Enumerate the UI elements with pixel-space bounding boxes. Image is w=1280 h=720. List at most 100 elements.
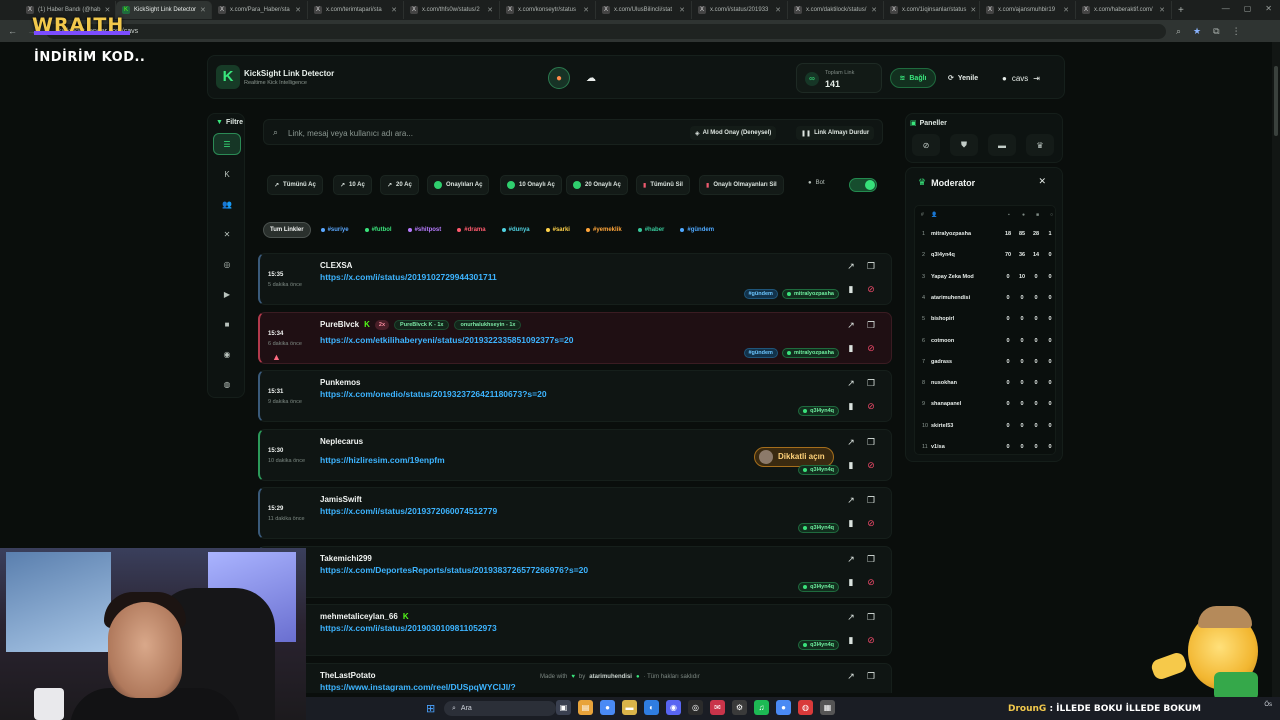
ban-icon[interactable]: ⊘ (861, 284, 881, 295)
trash-icon[interactable]: ▮ (841, 343, 861, 354)
copy-icon[interactable]: ❐ (861, 320, 881, 331)
filter-all-button[interactable]: ☰ (213, 133, 241, 155)
row-url-link[interactable]: https://x.com/DeportesReports/status/201… (320, 565, 588, 575)
edge-icon[interactable]: ◐ (644, 700, 659, 715)
row-url-link[interactable]: https://x.com/i/status/20191027299443017… (320, 272, 497, 282)
tab-close-icon[interactable]: ✕ (104, 6, 110, 14)
copy-icon[interactable]: ❐ (861, 437, 881, 448)
browser-tab[interactable]: Xx.com/daktilock/status/ ✕ (788, 1, 884, 19)
browser-tab[interactable]: Xx.com/terimtapari/sta ✕ (308, 1, 404, 19)
back-icon[interactable]: ← (8, 26, 17, 36)
close-icon[interactable]: ✕ (1038, 176, 1046, 187)
open-external-icon[interactable]: ↗ (841, 495, 861, 506)
browser-tab[interactable]: Xx.com/konseytr/status ✕ (500, 1, 596, 19)
tag-filter[interactable]: #sarki (540, 222, 576, 238)
search-input[interactable] (288, 125, 668, 141)
scrollbar-thumb[interactable] (1274, 66, 1278, 136)
trash-icon[interactable]: ▮ (841, 284, 861, 295)
browser-tab[interactable]: Xx.com/thfs0w/status/2 ✕ (404, 1, 500, 19)
ban-icon[interactable]: ⊘ (861, 401, 881, 412)
copy-icon[interactable]: ❐ (861, 261, 881, 272)
filter-x-button[interactable]: ✕ (213, 223, 241, 245)
tag-all[interactable]: Tum Linkler (263, 222, 311, 238)
ban-icon[interactable]: ⊘ (861, 343, 881, 354)
caution-badge[interactable]: Dikkatli açın (754, 446, 834, 467)
logout-icon[interactable]: ⇥ (1033, 74, 1040, 83)
copy-icon[interactable]: ❐ (861, 554, 881, 565)
zoom-icon[interactable]: ⌕ (1176, 26, 1181, 37)
taskview-icon[interactable]: ▣ (556, 700, 571, 715)
tab-close-icon[interactable]: ✕ (391, 6, 397, 14)
tab-close-icon[interactable]: ✕ (871, 6, 877, 14)
open-20-button[interactable]: ↗ 20 Aç (380, 175, 419, 195)
connection-status-button[interactable]: ≋ Bağlı (890, 68, 936, 88)
row-url-link[interactable]: https://x.com/i/status/20193720600745127… (320, 506, 497, 516)
spotify-icon[interactable]: ♫ (754, 700, 769, 715)
filter-kick-button[interactable]: K (213, 163, 241, 185)
trash-icon[interactable]: ▮ (841, 401, 861, 412)
open-external-icon[interactable]: ↗ (841, 437, 861, 448)
chrome-2-icon[interactable]: ● (776, 700, 791, 715)
app-red-icon[interactable]: ✉ (710, 700, 725, 715)
browser-tab[interactable]: Xx.com/1iqinsanlar/status ✕ (884, 1, 980, 19)
copy-icon[interactable]: ❐ (861, 495, 881, 506)
page-scrollbar[interactable] (1272, 42, 1280, 697)
open-10-approved-button[interactable]: 10 Onaylı Aç (500, 175, 562, 195)
url-field[interactable]: kicksight.render.com/cavs (46, 23, 1166, 39)
tab-close-icon[interactable]: ✕ (295, 6, 301, 14)
user-menu[interactable]: ● cavs ⇥ (1002, 68, 1040, 88)
menu-dots-icon[interactable]: ⋮ (1232, 26, 1241, 37)
open-approved-button[interactable]: Onaylıları Aç (427, 175, 490, 195)
discord-icon[interactable]: ◉ (666, 700, 681, 715)
browser-tab[interactable]: Xx.com/Para_Haber/sta ✕ (212, 1, 308, 19)
stop-links-button[interactable]: ❚❚ Link Almayı Durdur (796, 126, 875, 140)
open-20-approved-button[interactable]: 20 Onaylı Aç (566, 175, 628, 195)
row-url-link[interactable]: https://hizliresim.com/19enpfm (320, 455, 445, 465)
tag-filter[interactable]: #drama (451, 222, 491, 238)
tab-close-icon[interactable]: ✕ (679, 6, 685, 14)
open-external-icon[interactable]: ↗ (841, 612, 861, 623)
browser-tab[interactable]: Xx.com/i/status/201933 ✕ (692, 1, 788, 19)
tab-close-icon[interactable]: ✕ (775, 6, 781, 14)
trash-icon[interactable]: ▮ (841, 635, 861, 646)
trash-panel-button[interactable]: ▬ (988, 134, 1016, 156)
avatar-icon[interactable]: ● (548, 67, 570, 89)
shield-panel-button[interactable]: ⛊ (950, 134, 978, 156)
ban-icon[interactable]: ⊘ (861, 460, 881, 471)
ai-mode-toggle[interactable]: ◈ AI Mod Onay (Deneysel) (690, 126, 777, 140)
filter-camera-button[interactable]: ◉ (213, 343, 241, 365)
obs-icon[interactable]: ◎ (688, 700, 703, 715)
open-external-icon[interactable]: ↗ (841, 378, 861, 389)
row-url-link[interactable]: https://www.instagram.com/reel/DUSpqWYCI… (320, 682, 516, 692)
windows-start-icon[interactable]: ⊞ (426, 702, 435, 715)
app-gray-icon[interactable]: ▦ (820, 700, 835, 715)
trophy-panel-button[interactable]: ♛ (1026, 134, 1054, 156)
new-tab-icon[interactable]: + (1178, 5, 1184, 16)
open-external-icon[interactable]: ↗ (841, 320, 861, 331)
tag-filter[interactable]: #suriye (315, 222, 355, 238)
open-external-icon[interactable]: ↗ (841, 554, 861, 565)
tag-filter[interactable]: #futbol (359, 222, 398, 238)
copy-icon[interactable]: ❐ (861, 671, 881, 682)
open-external-icon[interactable]: ↗ (841, 261, 861, 272)
bookmark-star-icon[interactable]: ★ (1193, 26, 1201, 37)
ban-icon[interactable]: ⊘ (861, 635, 881, 646)
delete-unapproved-button[interactable]: ▮ Onaylı Olmayanları Sil (699, 175, 784, 195)
app-circle-icon[interactable]: ◍ (798, 700, 813, 715)
filter-video-button[interactable]: ■ (213, 313, 241, 335)
steam-icon[interactable]: ⚙ (732, 700, 747, 715)
tab-close-icon[interactable]: ✕ (200, 6, 206, 14)
filter-users-button[interactable]: 👥 (213, 193, 241, 215)
trash-icon[interactable]: ▮ (841, 518, 861, 529)
copy-icon[interactable]: ❐ (861, 378, 881, 389)
maximize-icon[interactable]: ▢ (1244, 4, 1252, 13)
ban-icon[interactable]: ⊘ (861, 518, 881, 529)
row-url-link[interactable]: https://x.com/i/status/20190301098110529… (320, 623, 497, 633)
minimize-icon[interactable]: — (1222, 4, 1230, 13)
copy-icon[interactable]: ❐ (861, 612, 881, 623)
tab-close-icon[interactable]: ✕ (1159, 6, 1165, 14)
tag-filter[interactable]: #dunya (496, 222, 536, 238)
tab-close-icon[interactable]: ✕ (583, 6, 589, 14)
extensions-icon[interactable]: ⧉ (1213, 26, 1219, 37)
row-url-link[interactable]: https://x.com/etkilihaberyeni/status/201… (320, 335, 574, 345)
